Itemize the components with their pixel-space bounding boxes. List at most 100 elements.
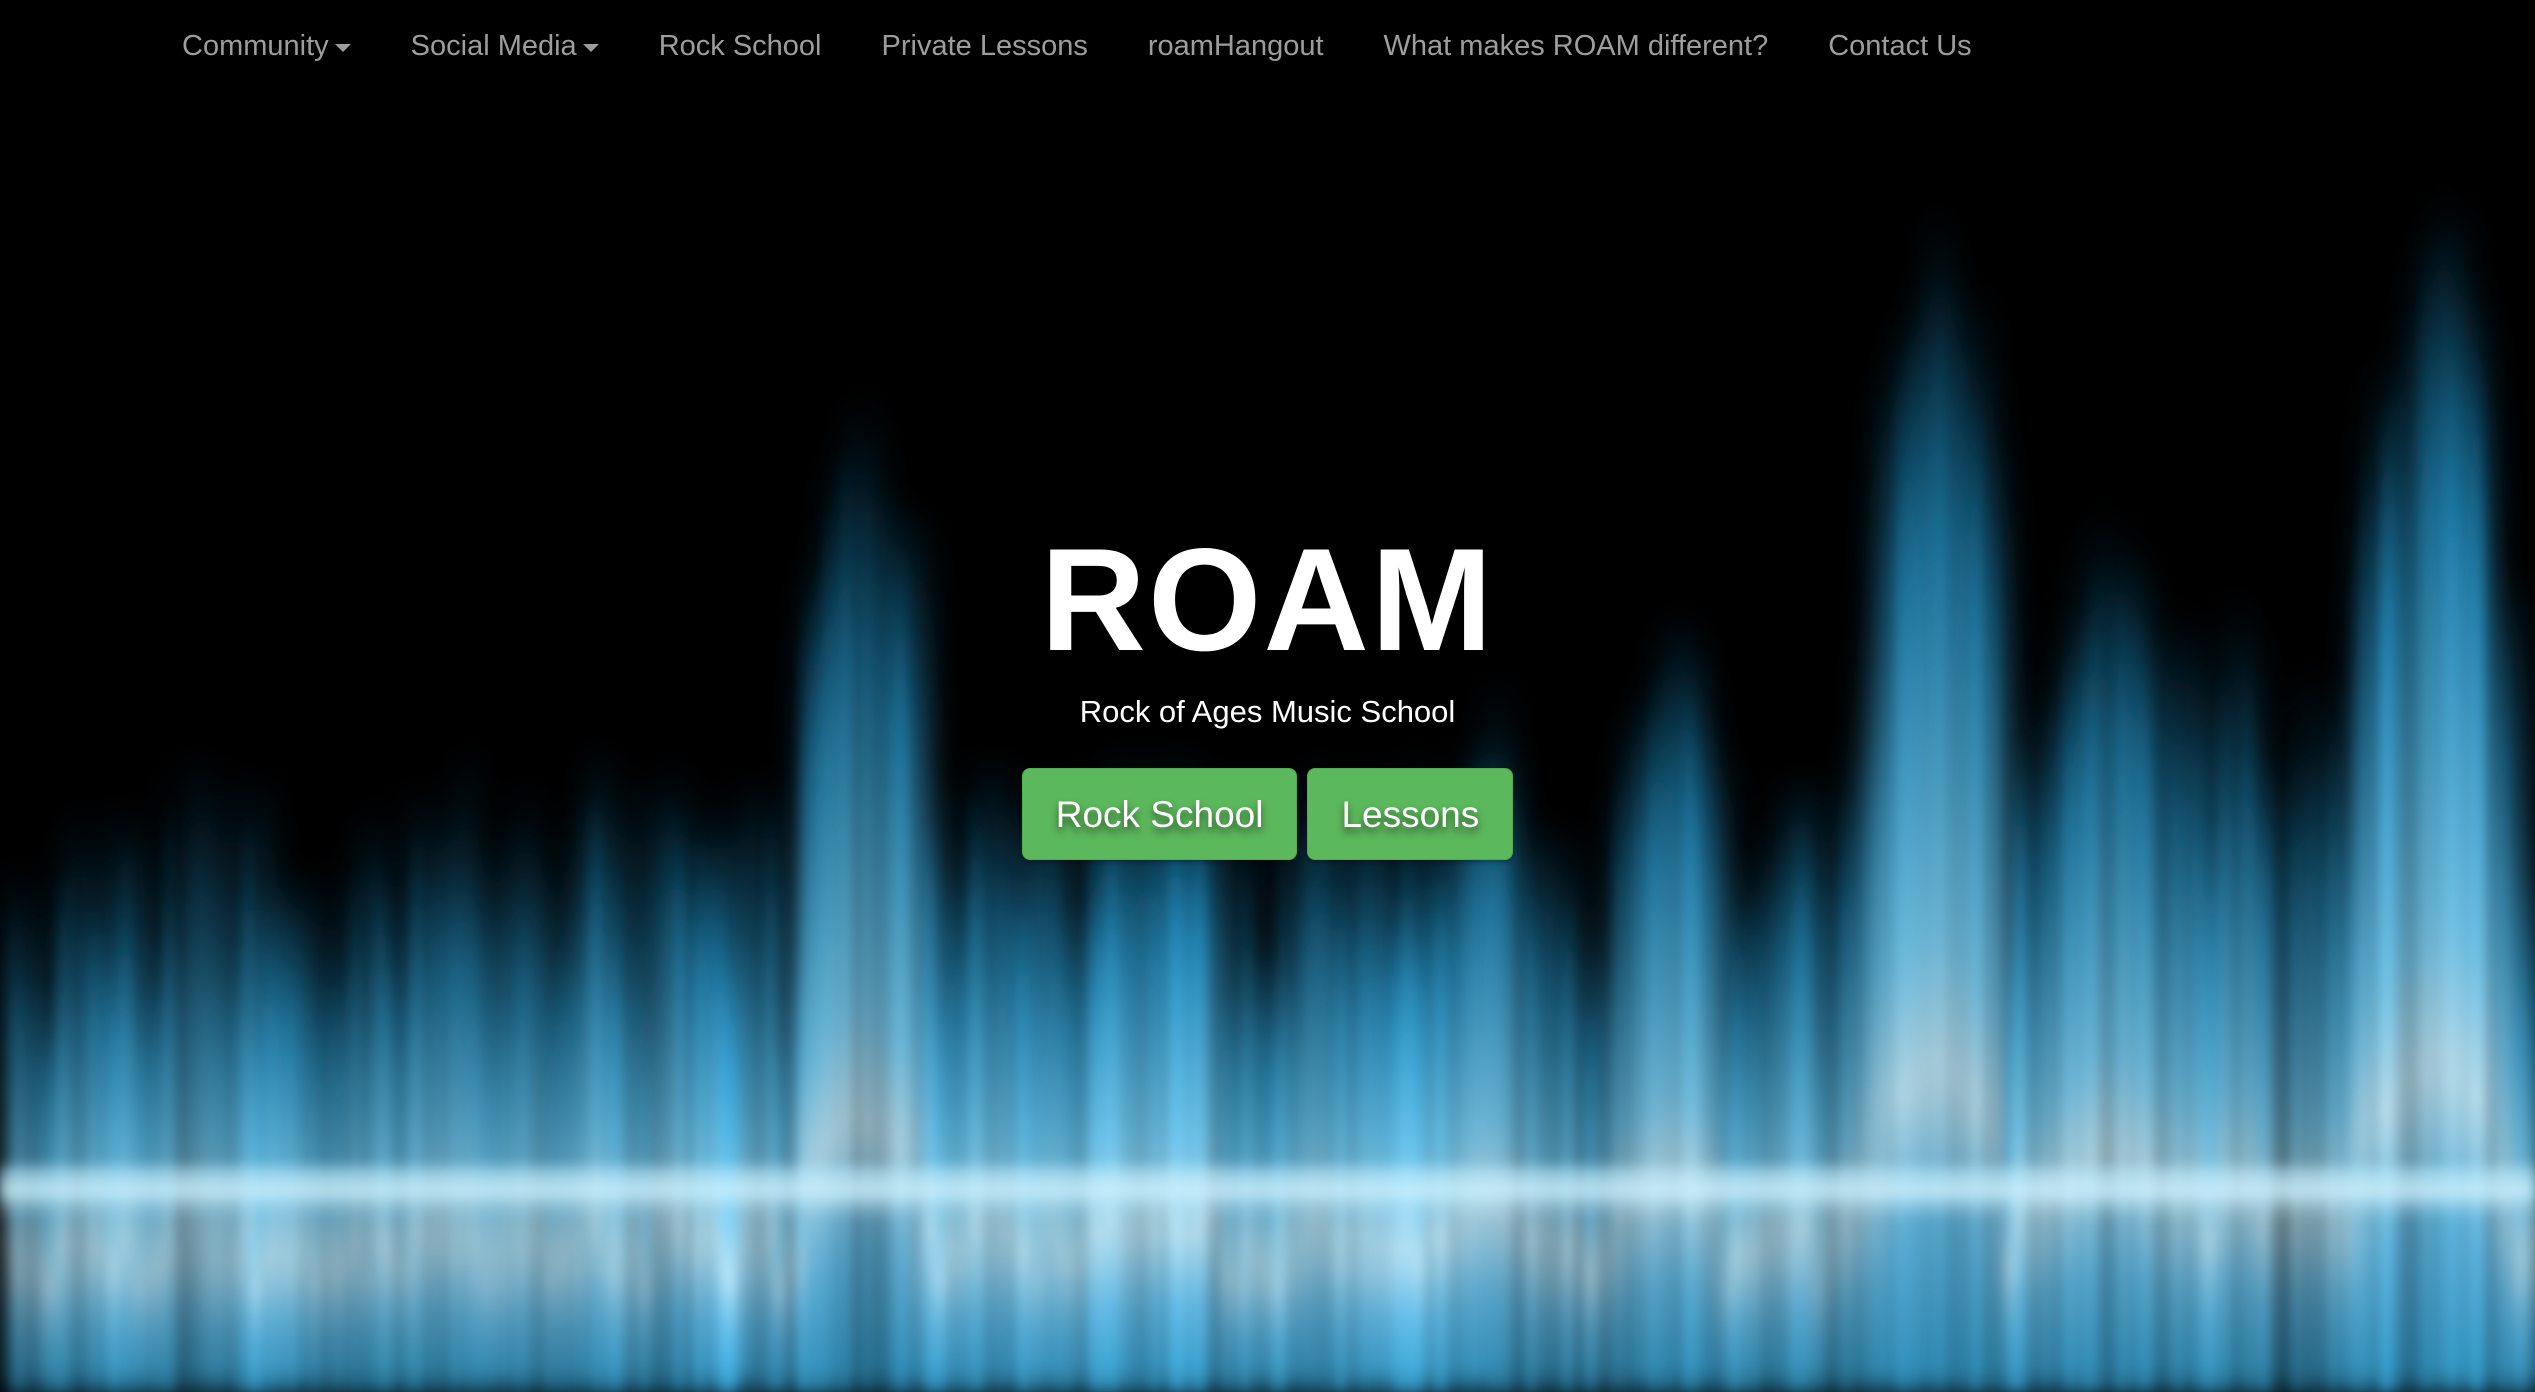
waveform-bar bbox=[329, 906, 333, 1392]
nav-item-label: Community bbox=[182, 30, 329, 62]
waveform-bar bbox=[613, 858, 618, 1392]
waveform-bar bbox=[1394, 901, 1402, 1392]
waveform-bar bbox=[1018, 903, 1027, 1392]
waveform-bar bbox=[1531, 905, 1535, 1392]
waveform-bar bbox=[956, 907, 964, 1392]
nav-item-label: Rock School bbox=[658, 30, 822, 62]
waveform-bar bbox=[1280, 814, 1284, 1392]
page: Community Social Media Rock School Priva… bbox=[0, 0, 2535, 1392]
waveform-bar bbox=[1053, 830, 1056, 1392]
waveform-bar bbox=[1117, 878, 1121, 1392]
waveform-bar bbox=[979, 804, 985, 1392]
waveform-bar bbox=[380, 863, 387, 1392]
waveform-bar bbox=[451, 915, 457, 1392]
waveform-bar bbox=[1435, 850, 1442, 1392]
nav-item-what-makes-roam-different[interactable]: What makes ROAM different? bbox=[1384, 22, 1769, 70]
waveform-glow bbox=[1600, 854, 1610, 1392]
waveform-bar bbox=[1136, 818, 1144, 1392]
nav-item-community[interactable]: Community bbox=[182, 22, 351, 70]
waveform-bar bbox=[258, 921, 262, 1392]
nav-item-social-media[interactable]: Social Media bbox=[411, 22, 599, 70]
waveform-bar bbox=[1323, 795, 1327, 1392]
lessons-button[interactable]: Lessons bbox=[1307, 768, 1514, 860]
waveform-bar bbox=[2347, 800, 2350, 1392]
waveform-bar bbox=[373, 834, 378, 1392]
waveform-bar bbox=[635, 915, 640, 1392]
waveform-bar bbox=[67, 841, 71, 1392]
waveform-bar bbox=[2505, 840, 2508, 1392]
waveform-bar bbox=[1803, 807, 1809, 1392]
nav-item-roamhangout[interactable]: roamHangout bbox=[1148, 22, 1324, 70]
waveform-bar bbox=[245, 811, 252, 1392]
caret-down-icon bbox=[582, 43, 599, 52]
waveform-bar bbox=[1569, 859, 1573, 1392]
waveform-bar bbox=[1748, 896, 1756, 1392]
waveform-bar bbox=[680, 858, 683, 1392]
waveform-bar bbox=[945, 884, 951, 1392]
waveform-bar bbox=[2204, 865, 2212, 1392]
waveform-bar bbox=[1337, 838, 1345, 1392]
waveform-bar bbox=[1441, 864, 1448, 1392]
waveform-bar bbox=[592, 787, 599, 1392]
waveform-bar bbox=[1899, 345, 1906, 1392]
waveform-bar bbox=[1525, 852, 1532, 1392]
waveform-bar bbox=[651, 814, 654, 1392]
nav-item-label: Social Media bbox=[410, 30, 577, 62]
nav-item-contact-us[interactable]: Contact Us bbox=[1828, 22, 1971, 70]
waveform-bar bbox=[349, 881, 352, 1392]
hero-subtitle: Rock of Ages Music School bbox=[1079, 694, 1456, 729]
waveform-bar bbox=[1499, 781, 1503, 1392]
waveform-bar bbox=[90, 893, 96, 1392]
waveform-bar bbox=[2013, 799, 2017, 1392]
waveform-bar bbox=[1107, 784, 1116, 1392]
waveform-bar bbox=[1059, 920, 1066, 1392]
waveform-bar bbox=[1842, 781, 1850, 1392]
nav-item-rock-school[interactable]: Rock School bbox=[659, 22, 822, 70]
waveform-bar bbox=[664, 786, 669, 1392]
caret-down-icon bbox=[334, 43, 351, 52]
waveform-bar bbox=[1779, 812, 1782, 1392]
waveform-bar bbox=[768, 804, 775, 1392]
waveform-bar bbox=[1408, 898, 1416, 1392]
waveform-bar bbox=[716, 862, 720, 1392]
waveform-bar bbox=[1096, 839, 1104, 1392]
waveform-bar bbox=[1363, 833, 1366, 1392]
waveform-bar bbox=[520, 909, 525, 1392]
nav-item-private-lessons[interactable]: Private Lessons bbox=[882, 22, 1088, 70]
nav-item-label: Private Lessons bbox=[881, 30, 1088, 62]
waveform-bar bbox=[1564, 908, 1569, 1392]
waveform-bar bbox=[1504, 778, 1511, 1392]
waveform-bar bbox=[268, 924, 274, 1392]
waveform-bar bbox=[1196, 801, 1205, 1392]
waveform-bar bbox=[2257, 803, 2266, 1392]
waveform-bar bbox=[924, 816, 932, 1392]
waveform-bar bbox=[1793, 810, 1799, 1392]
waveform-bar bbox=[473, 892, 476, 1392]
hero-title: ROAM bbox=[1040, 518, 1495, 681]
nav-item-label: What makes ROAM different? bbox=[1383, 30, 1769, 62]
waveform-bar bbox=[11, 895, 17, 1392]
rock-school-button[interactable]: Rock School bbox=[1021, 768, 1298, 860]
waveform-bar bbox=[435, 870, 438, 1392]
waveform-bar bbox=[1730, 908, 1736, 1392]
waveform-bar bbox=[1149, 818, 1155, 1392]
waveform-bar bbox=[2521, 911, 2526, 1392]
waveform-bar bbox=[2469, 333, 2475, 1392]
waveform-bar bbox=[930, 814, 936, 1392]
waveform-bar bbox=[698, 825, 703, 1392]
waveform-glow bbox=[1216, 793, 1226, 1392]
waveform-bar bbox=[1170, 784, 1178, 1392]
nav-item-label: roamHangout bbox=[1147, 30, 1324, 62]
waveform-bar bbox=[1200, 797, 1204, 1392]
waveform-bar bbox=[969, 783, 978, 1392]
waveform-bar bbox=[1176, 847, 1184, 1392]
waveform-bar bbox=[2474, 347, 2481, 1392]
hero-section: ROAM Rock of Ages Music School Rock Scho… bbox=[0, 520, 2535, 860]
waveform-bar bbox=[1244, 843, 1251, 1392]
nav-menu: Community Social Media Rock School Priva… bbox=[182, 22, 1972, 70]
waveform-bar bbox=[354, 852, 359, 1392]
waveform-bar bbox=[1000, 844, 1004, 1392]
waveform-bar bbox=[1090, 797, 1098, 1392]
waveform-bar bbox=[57, 871, 65, 1392]
waveform-bar bbox=[1189, 836, 1195, 1392]
